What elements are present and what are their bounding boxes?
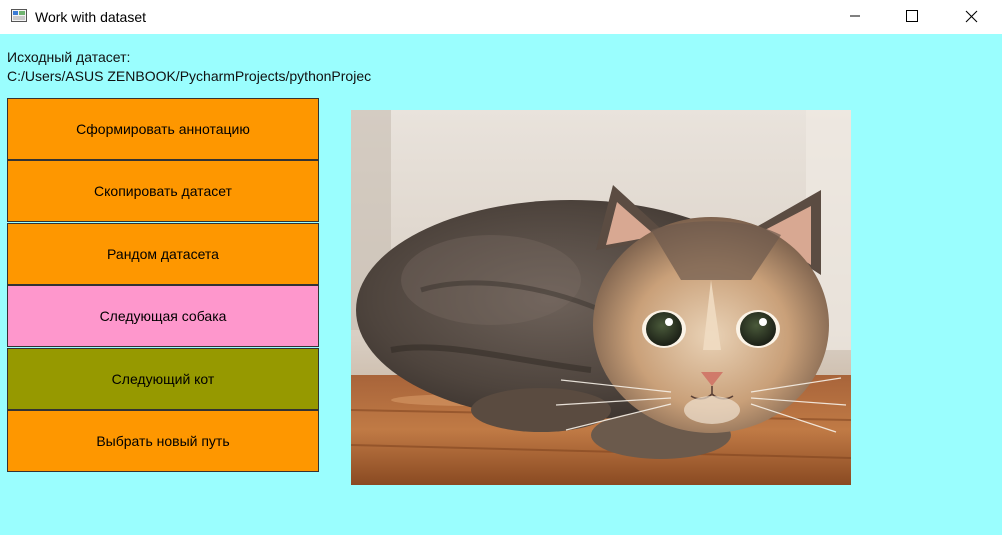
maximize-button[interactable] [883, 0, 941, 32]
next-dog-button[interactable]: Следующая собака [7, 285, 319, 347]
random-dataset-button[interactable]: Рандом датасета [7, 223, 319, 285]
copy-dataset-button[interactable]: Скопировать датасет [7, 160, 319, 222]
minimize-button[interactable] [826, 0, 884, 32]
minimize-icon [850, 15, 860, 17]
close-button[interactable] [942, 0, 1000, 32]
main-window: Work with dataset Исходный датасет: C:/U… [0, 0, 1002, 535]
maximize-icon [906, 10, 918, 22]
close-icon [965, 10, 977, 22]
next-cat-button[interactable]: Следующий кот [7, 348, 319, 410]
title-bar[interactable]: Work with dataset [0, 0, 1002, 34]
app-icon [11, 9, 27, 22]
create-annotation-button[interactable]: Сформировать аннотацию [7, 98, 319, 160]
choose-new-path-button[interactable]: Выбрать новый путь [7, 410, 319, 472]
source-dataset-path: C:/Users/ASUS ZENBOOK/PycharmProjects/py… [7, 68, 372, 84]
window-title: Work with dataset [35, 9, 147, 25]
cat-illustration [351, 110, 851, 485]
cat-photo [351, 110, 851, 485]
source-dataset-label: Исходный датасет: [7, 49, 131, 65]
